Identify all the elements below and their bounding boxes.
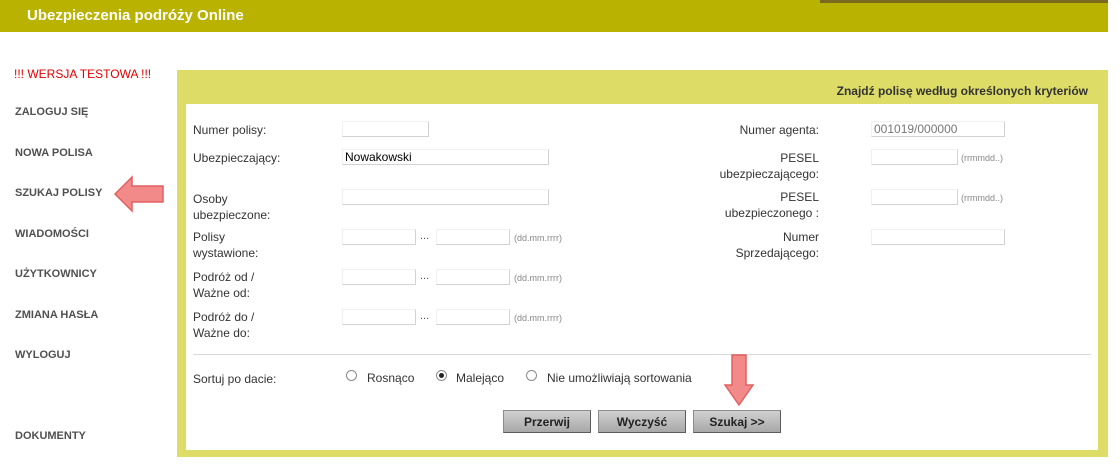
clear-button[interactable]: Wyczyść — [598, 410, 686, 433]
insurer-label: Ubezpieczający: — [193, 151, 281, 165]
issued-from-input[interactable] — [342, 229, 416, 245]
agent-number-label: Numer agenta: — [739, 123, 819, 137]
date-format-hint: (dd.mm.rrrr) — [514, 313, 562, 323]
date-format-hint: (dd.mm.rrrr) — [514, 233, 562, 243]
divider — [193, 354, 1091, 355]
sort-ascending-radio[interactable] — [346, 370, 357, 381]
pesel-insurer-input[interactable] — [871, 149, 958, 165]
pesel-insured-input[interactable] — [871, 189, 958, 205]
travel-from-start-input[interactable] — [342, 269, 416, 285]
travel-to-label: Podróż do / Ważne do: — [193, 310, 255, 340]
nav-messages[interactable]: WIADOMOŚCI — [15, 228, 89, 240]
seller-number-input[interactable] — [871, 229, 1005, 245]
nav-documents[interactable]: DOKUMENTY — [15, 430, 86, 442]
nav-search-policy[interactable]: SZUKAJ POLISY — [15, 187, 102, 199]
nav-users[interactable]: UŻYTKOWNICY — [15, 268, 97, 280]
left-arrow-icon — [113, 175, 164, 213]
range-ellipsis: ... — [420, 310, 430, 322]
issued-label: Polisy wystawione: — [193, 230, 259, 260]
nav-login[interactable]: ZALOGUJ SIĘ — [15, 106, 88, 118]
sort-none-radio[interactable] — [526, 370, 537, 381]
date-format-hint: (dd.mm.rrrr) — [514, 273, 562, 283]
pesel-insured-label: PESEL ubezpieczonego : — [724, 190, 819, 220]
range-ellipsis: ... — [420, 270, 430, 282]
search-form: Numer polisy: Ubezpieczający: Osoby ubez… — [186, 104, 1098, 450]
sort-none-label[interactable]: Nie umożliwiają sortowania — [547, 370, 692, 386]
travel-from-label: Podróż od / Ważne od: — [193, 270, 255, 300]
panel-title: Znajdź polisę według określonych kryteri… — [836, 84, 1088, 98]
sort-label: Sortuj po dacie: — [193, 372, 277, 386]
pesel-format-hint: (rrmmdd..) — [961, 153, 1003, 163]
seller-number-label: Numer Sprzedającego: — [735, 230, 819, 260]
down-arrow-icon — [724, 354, 754, 407]
nav-new-policy[interactable]: NOWA POLISA — [15, 147, 93, 159]
nav-change-password[interactable]: ZMIANA HASŁA — [15, 309, 98, 321]
insured-persons-label: Osoby ubezpieczone: — [193, 192, 271, 222]
issued-to-input[interactable] — [436, 229, 510, 245]
sort-descending-label[interactable]: Malejąco — [456, 370, 504, 386]
cancel-button[interactable]: Przerwij — [503, 410, 591, 433]
travel-to-start-input[interactable] — [342, 309, 416, 325]
pesel-insurer-label: PESEL ubezpieczającego: — [719, 151, 819, 181]
insurer-input[interactable] — [342, 149, 549, 165]
policy-number-input[interactable] — [342, 121, 429, 137]
app-title: Ubezpieczenia podróży Online — [27, 7, 244, 24]
insured-persons-input[interactable] — [342, 189, 549, 205]
search-button[interactable]: Szukaj >> — [693, 410, 781, 433]
sort-ascending-label[interactable]: Rosnąco — [367, 370, 414, 386]
sort-descending-radio[interactable] — [436, 370, 447, 381]
policy-number-label: Numer polisy: — [193, 123, 267, 137]
range-ellipsis: ... — [420, 230, 430, 242]
test-version-warning: !!! WERSJA TESTOWA !!! — [14, 67, 152, 81]
travel-from-end-input[interactable] — [436, 269, 510, 285]
agent-number-input[interactable] — [871, 121, 1005, 137]
header-bar: Ubezpieczenia podróży Online — [0, 0, 1108, 32]
pesel-format-hint: (rrmmdd..) — [961, 193, 1003, 203]
travel-to-end-input[interactable] — [436, 309, 510, 325]
search-panel: Znajdź polisę według określonych kryteri… — [177, 70, 1108, 457]
nav-logout[interactable]: WYLOGUJ — [15, 349, 71, 361]
header-decoration — [820, 0, 1108, 3]
